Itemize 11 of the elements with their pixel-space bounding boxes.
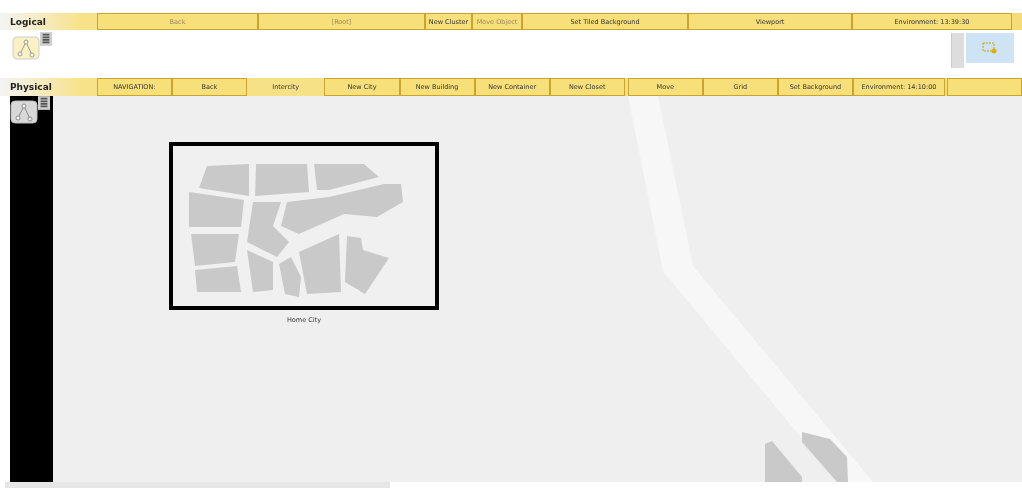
city-node[interactable] [169,142,439,310]
selection-tool-button[interactable] [966,33,1014,63]
panel-title: Logical [10,16,47,27]
scrollbar[interactable] [5,482,390,488]
list-icon[interactable] [40,32,52,46]
panel-title: Physical [10,82,53,92]
graph-icon[interactable] [10,100,38,124]
toolbar-button[interactable] [946,78,1022,96]
list-icon[interactable] [38,96,50,110]
selection-icon [982,42,998,54]
scrollbar[interactable] [951,33,964,68]
